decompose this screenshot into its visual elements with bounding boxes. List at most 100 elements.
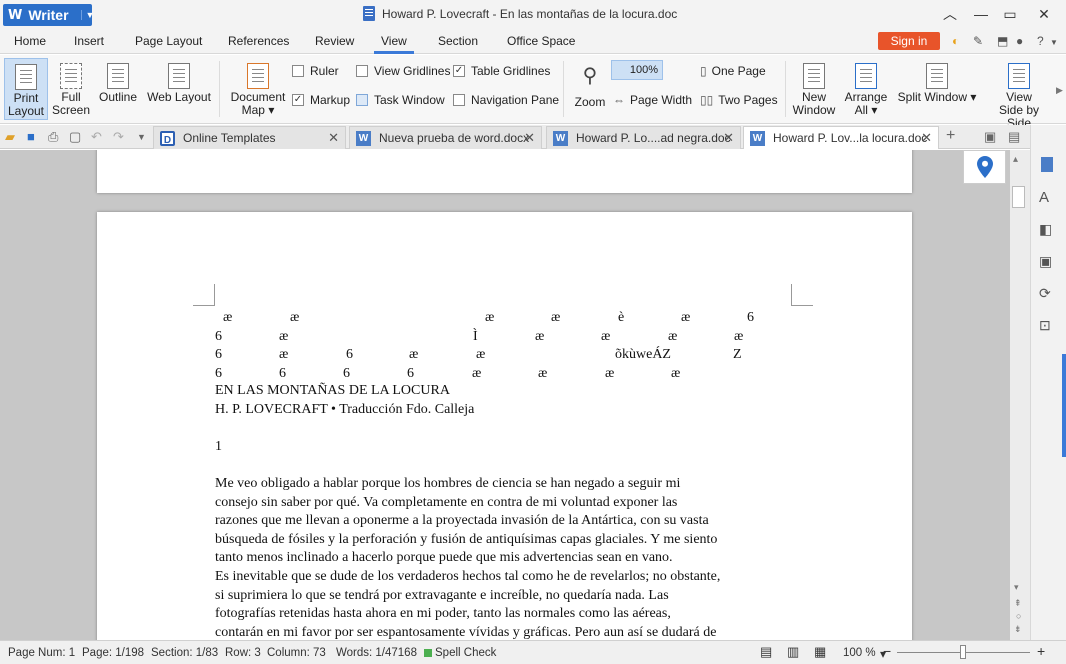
location-pin-button[interactable]: [963, 150, 1006, 184]
outline-button[interactable]: Outline: [96, 58, 140, 120]
zoom-button[interactable]: ⚲ Zoom: [570, 58, 610, 120]
status-section[interactable]: Section: 1/83: [151, 647, 218, 659]
tab-home[interactable]: Home: [14, 34, 46, 48]
new-window-button[interactable]: New Window: [790, 58, 838, 120]
zoom-in-icon[interactable]: +: [1037, 643, 1045, 659]
close-tab-icon[interactable]: ✕: [524, 130, 535, 146]
tab-view[interactable]: View: [381, 34, 407, 48]
view-gridlines-check-box[interactable]: [356, 65, 368, 77]
status-page[interactable]: Page: 1/198: [82, 647, 144, 659]
tab-page-layout[interactable]: Page Layout: [135, 34, 202, 48]
status-words[interactable]: Words: 1/47168: [336, 647, 417, 659]
user-icon[interactable]: ●: [1016, 34, 1023, 48]
page-width-button[interactable]: ⇔ Page Width: [613, 93, 692, 107]
full-screen-view-icon[interactable]: ▥: [787, 644, 799, 660]
share-icon[interactable]: ⬒: [997, 34, 1008, 48]
scroll-up-icon[interactable]: ▴: [1013, 154, 1018, 165]
tab-references[interactable]: References: [228, 34, 289, 48]
scroll-down-icon[interactable]: ▾: [1014, 582, 1019, 593]
skin-icon[interactable]: ◐: [952, 34, 959, 48]
style-icon[interactable]: A: [1039, 189, 1055, 206]
close-tab-icon[interactable]: ✕: [921, 130, 932, 146]
undo-icon[interactable]: ↶: [91, 129, 102, 145]
print-icon[interactable]: ⎙: [48, 129, 58, 145]
ribbon-separator: [785, 61, 786, 117]
save-icon[interactable]: ■: [27, 129, 35, 144]
view-gridlines-checkbox[interactable]: View Gridlines: [356, 64, 450, 78]
print-preview-icon[interactable]: ▢: [69, 129, 81, 145]
previous-page-icon[interactable]: ⇞: [1014, 598, 1022, 609]
one-page-button[interactable]: ▯ One Page: [700, 64, 766, 78]
tab-section[interactable]: Section: [438, 34, 478, 48]
ribbon-separator: [563, 61, 564, 117]
web-view-icon[interactable]: ▦: [814, 644, 826, 660]
app-menu-button[interactable]: W Writer ▼: [3, 4, 94, 26]
scrollbar-thumb[interactable]: [1012, 186, 1025, 208]
task-window-check-box[interactable]: [356, 94, 368, 106]
vertical-scrollbar[interactable]: ▴ ▾ ⇞ ○ ⇟: [1010, 150, 1030, 640]
tab-label: Nueva prueba de word.docx: [379, 131, 530, 145]
tab-nueva-prueba[interactable]: W Nueva prueba de word.docx ✕: [349, 126, 542, 149]
table-gridlines-check-box[interactable]: ✓: [453, 65, 465, 77]
zoom-slider-thumb[interactable]: [960, 645, 966, 659]
new-document-icon[interactable]: [1041, 157, 1053, 172]
table-gridlines-checkbox[interactable]: ✓ Table Gridlines: [453, 64, 550, 78]
select-browse-object-icon[interactable]: ○: [1016, 611, 1021, 621]
split-window-button[interactable]: Split Window ▾: [894, 58, 980, 120]
zoom-level[interactable]: 100 %: [843, 647, 876, 659]
selection-icon[interactable]: ▣: [1039, 253, 1055, 269]
next-page-icon[interactable]: ⇟: [1014, 624, 1022, 635]
task-window-checkbox[interactable]: Task Window: [356, 93, 445, 107]
tab-review[interactable]: Review: [315, 34, 354, 48]
markup-checkbox[interactable]: ✓ Markup: [292, 93, 350, 107]
lock-document-icon[interactable]: ⊡: [1039, 317, 1055, 333]
backup-icon[interactable]: ⟳: [1039, 285, 1055, 301]
customize-dropdown-icon[interactable]: ▼: [137, 132, 146, 142]
help-icon[interactable]: ?: [1037, 34, 1044, 48]
open-folder-icon[interactable]: ▰: [5, 129, 15, 145]
document-map-button[interactable]: Document Map ▾: [228, 58, 288, 120]
web-layout-button[interactable]: Web Layout: [146, 58, 212, 120]
two-pages-button[interactable]: ▯▯ Two Pages: [700, 93, 778, 107]
side-panel-expander[interactable]: [1062, 354, 1066, 457]
tab-office-space[interactable]: Office Space: [507, 34, 575, 48]
garbled-glyph: æ: [535, 329, 545, 344]
close-tab-icon[interactable]: ✕: [328, 130, 339, 146]
feedback-icon[interactable]: ✎: [973, 34, 983, 48]
print-layout-button[interactable]: Print Layout: [4, 58, 48, 120]
navigation-pane-checkbox[interactable]: Navigation Pane: [453, 93, 559, 107]
spell-check-button[interactable]: Spell Check: [435, 647, 496, 659]
zoom-100-button[interactable]: 100%: [611, 60, 663, 80]
new-tab-icon[interactable]: +: [946, 127, 955, 145]
tab-online-templates[interactable]: D Online Templates ✕: [153, 126, 346, 149]
tab-menu-icon[interactable]: ▤: [1008, 129, 1020, 145]
collapse-ribbon-icon[interactable]: ︿: [937, 4, 963, 24]
tab-howard-noche-negra[interactable]: W Howard P. Lo....ad negra.doc ✕: [546, 126, 741, 149]
close-button[interactable]: ✕: [1031, 4, 1057, 24]
status-column[interactable]: Column: 73: [267, 647, 326, 659]
print-layout-view-icon[interactable]: ▤: [760, 644, 772, 660]
tab-insert[interactable]: Insert: [74, 34, 104, 48]
shapes-icon[interactable]: ◧: [1039, 221, 1055, 237]
zoom-out-icon[interactable]: −: [883, 643, 891, 659]
arrange-all-button[interactable]: Arrange All ▾: [842, 58, 890, 120]
navigation-pane-check-box[interactable]: [453, 94, 465, 106]
redo-icon[interactable]: ↷: [113, 129, 124, 145]
tab-howard-locura[interactable]: W Howard P. Lov...la locura.doc ✕: [743, 126, 939, 149]
tab-list-icon[interactable]: ▣: [984, 129, 996, 145]
status-row[interactable]: Row: 3: [225, 647, 261, 659]
status-page-num[interactable]: Page Num: 1: [8, 647, 75, 659]
minimize-button[interactable]: —: [968, 4, 994, 24]
ruler-check-box[interactable]: [292, 65, 304, 77]
view-side-by-side-button[interactable]: View Side by Side: [986, 58, 1052, 130]
sign-in-button[interactable]: Sign in: [878, 32, 940, 50]
document-body[interactable]: EN LAS MONTAÑAS DE LA LOCURA H. P. LOVEC…: [215, 382, 815, 640]
maximize-button[interactable]: ▭: [997, 4, 1023, 24]
ruler-checkbox[interactable]: Ruler: [292, 64, 339, 78]
markup-check-box[interactable]: ✓: [292, 94, 304, 106]
ribbon-scroll-right-icon[interactable]: ▶: [1056, 85, 1063, 96]
help-dropdown-icon[interactable]: ▼: [1050, 38, 1058, 47]
current-page[interactable]: æ æ æ æ è æ 6 6 æ Ì æ æ æ æ 6 æ 6 æ æ õk…: [97, 212, 912, 640]
close-tab-icon[interactable]: ✕: [723, 130, 734, 146]
full-screen-button[interactable]: Full Screen: [52, 58, 90, 120]
